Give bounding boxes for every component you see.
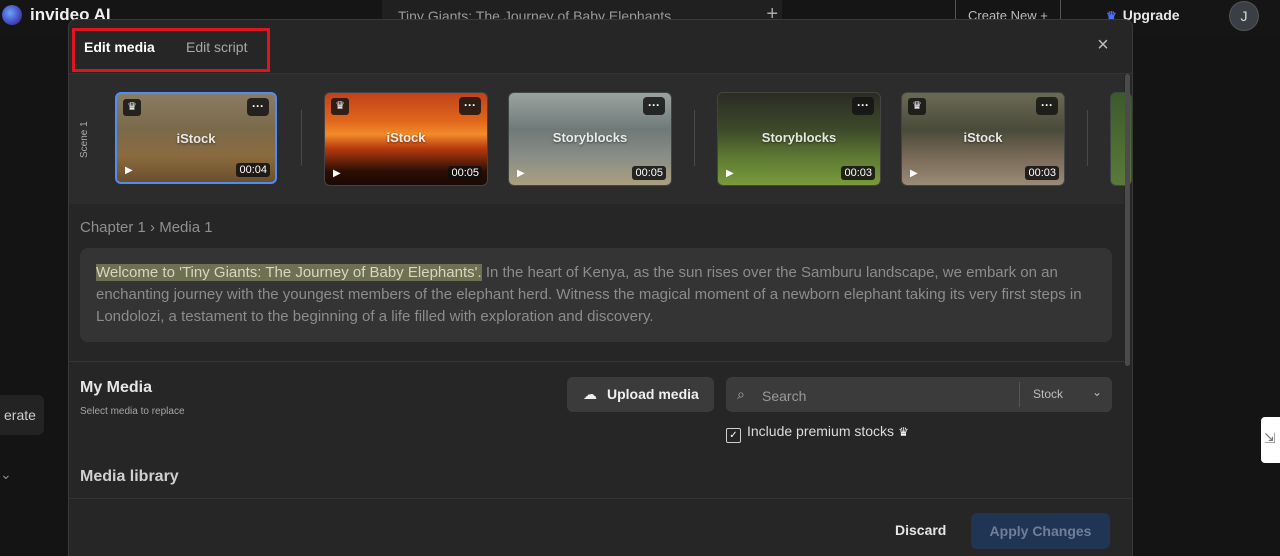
- scene-media-strip: Scene 1 ♛ ··· iStock ▶ 00:04 ♛ ··· iStoc…: [69, 74, 1132, 204]
- media-source: iStock: [963, 130, 1003, 145]
- play-icon[interactable]: ▶: [517, 168, 525, 179]
- search-separator: [1019, 382, 1020, 407]
- scene-label: Scene 1: [79, 121, 90, 158]
- media-thumbnail[interactable]: ··· Storyblocks ▶ 00:03: [717, 92, 881, 186]
- media-thumbnail[interactable]: ♛ ··· iStock ▶ 00:04: [115, 92, 277, 184]
- upload-media-button[interactable]: ☁ Upload media: [567, 377, 714, 412]
- media-source: Storyblocks: [761, 130, 837, 145]
- chevron-down-icon[interactable]: ⌄: [1092, 385, 1102, 399]
- discard-button[interactable]: Discard: [895, 522, 946, 538]
- media-thumbnail[interactable]: ♛ ··· iStock ▶ 00:05: [324, 92, 488, 186]
- media-duration: 00:05: [448, 166, 482, 180]
- more-options-icon[interactable]: ···: [247, 98, 269, 116]
- premium-crown-icon: ♛: [331, 98, 349, 115]
- premium-checkbox[interactable]: ✓: [726, 428, 741, 443]
- side-feedback-widget[interactable]: ⇲: [1261, 417, 1280, 463]
- media-duration: 00:05: [632, 166, 666, 180]
- play-icon[interactable]: ▶: [726, 168, 734, 179]
- crown-icon: ♛: [898, 425, 909, 439]
- media-source: iStock: [176, 131, 216, 146]
- play-icon[interactable]: ▶: [910, 168, 918, 179]
- premium-checkbox-label: Include premium stocks: [747, 423, 895, 439]
- media-thumbnail[interactable]: ··· Storyblocks ▶ 00:05: [508, 92, 672, 186]
- media-thumbnail[interactable]: ♛ ··· iStock ▶ 00:03: [901, 92, 1065, 186]
- edit-media-modal: Edit media Edit script × Scene 1 ♛ ··· i…: [68, 19, 1133, 556]
- apply-changes-button[interactable]: Apply Changes: [971, 513, 1110, 549]
- avatar[interactable]: J: [1229, 1, 1259, 31]
- scene-divider: [1087, 110, 1088, 166]
- script-text-box: Welcome to 'Tiny Giants: The Journey of …: [80, 248, 1112, 342]
- footer-divider: [69, 498, 1132, 499]
- script-highlighted-sentence: Welcome to 'Tiny Giants: The Journey of …: [96, 264, 482, 281]
- modal-scrollbar[interactable]: [1125, 74, 1130, 366]
- background-arrow-icon: ⌄: [0, 466, 12, 482]
- scene-divider: [301, 110, 302, 166]
- upload-cloud-icon: ☁: [583, 386, 597, 402]
- widget-icon: ⇲: [1264, 430, 1276, 446]
- media-search-bar: ⌕ Stock ⌄: [726, 377, 1112, 414]
- search-input[interactable]: [760, 377, 1014, 414]
- media-duration: 00:03: [841, 166, 875, 180]
- search-icon: ⌕: [737, 386, 745, 402]
- premium-crown-icon: ♛: [123, 99, 141, 116]
- modal-header: Edit media Edit script ×: [69, 20, 1132, 74]
- my-media-subtitle: Select media to replace: [80, 406, 185, 417]
- invideo-logo-icon: [2, 5, 22, 25]
- more-options-icon[interactable]: ···: [459, 97, 481, 115]
- script-text: Welcome to 'Tiny Giants: The Journey of …: [96, 262, 1096, 328]
- section-divider: [69, 361, 1124, 362]
- media-library-title: Media library: [80, 468, 179, 485]
- breadcrumb: Chapter 1 › Media 1: [80, 219, 213, 236]
- tabs-highlight-box: [72, 28, 270, 72]
- close-icon[interactable]: ×: [1094, 35, 1112, 55]
- include-premium-row[interactable]: ✓ Include premium stocks ♛: [726, 423, 909, 443]
- more-options-icon[interactable]: ···: [852, 97, 874, 115]
- my-media-title: My Media: [80, 379, 153, 396]
- scene-divider: [694, 110, 695, 166]
- more-options-icon[interactable]: ···: [1036, 97, 1058, 115]
- stock-filter-select[interactable]: Stock: [1033, 387, 1063, 401]
- background-generate-button: erate: [0, 395, 44, 435]
- media-duration: 00:04: [236, 163, 270, 177]
- more-options-icon[interactable]: ···: [643, 97, 665, 115]
- premium-crown-icon: ♛: [908, 98, 926, 115]
- media-duration: 00:03: [1025, 166, 1059, 180]
- upload-media-label: Upload media: [607, 386, 699, 402]
- media-source: iStock: [386, 130, 426, 145]
- play-icon[interactable]: ▶: [125, 165, 133, 176]
- media-source: Storyblocks: [552, 130, 628, 145]
- play-icon[interactable]: ▶: [333, 168, 341, 179]
